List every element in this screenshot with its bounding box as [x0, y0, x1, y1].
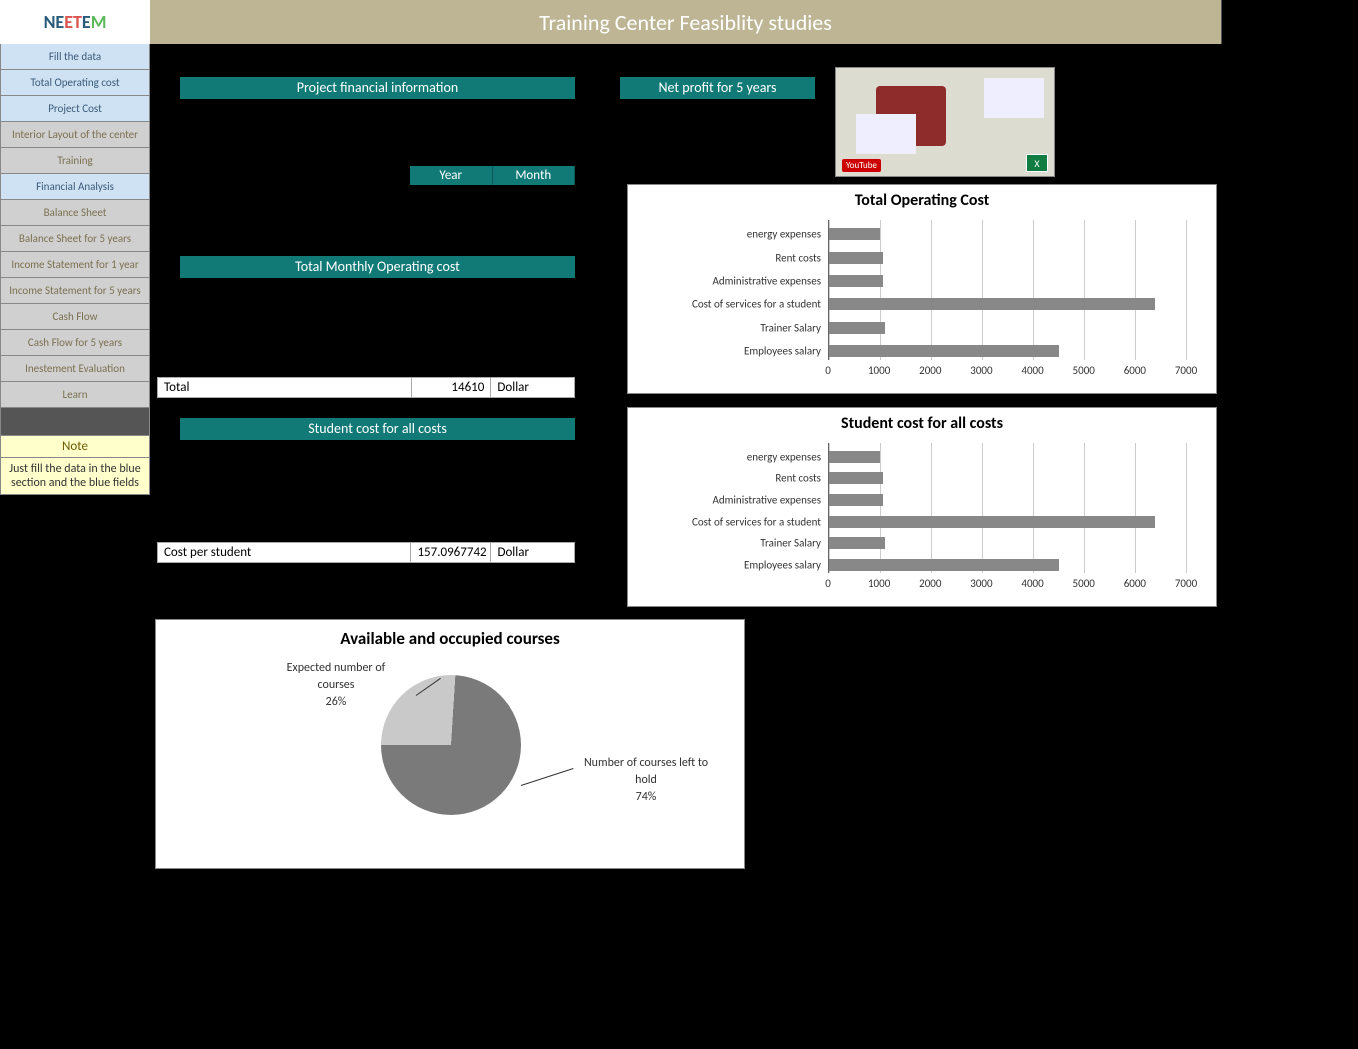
bar-label: Administrative expenses — [639, 274, 829, 287]
total-label: Total — [158, 378, 411, 397]
x-tick: 4000 — [1021, 577, 1043, 590]
sidebar-item-5[interactable]: Financial Analysis — [0, 174, 150, 200]
sidebar-item-11[interactable]: Cash Flow for 5 years — [0, 330, 150, 356]
x-tick: 1000 — [868, 364, 890, 377]
x-tick: 4000 — [1021, 364, 1043, 377]
bar — [829, 275, 883, 287]
x-tick: 7000 — [1175, 364, 1197, 377]
cost-per-student-row: Cost per student 157.0967742 Dollar — [157, 542, 575, 563]
bar — [829, 451, 880, 463]
bar-label: Employees salary — [639, 558, 829, 571]
bar — [829, 494, 883, 506]
bar — [829, 559, 1059, 571]
x-tick: 6000 — [1124, 577, 1146, 590]
bar — [829, 322, 885, 334]
bar — [829, 228, 880, 240]
bar-label: Rent costs — [639, 251, 829, 264]
video-thumbnail[interactable]: YouTube X — [835, 67, 1055, 177]
youtube-icon: YouTube — [842, 159, 881, 172]
sidebar-spacer — [0, 408, 150, 436]
bar-label: Rent costs — [639, 472, 829, 485]
cps-unit: Dollar — [490, 543, 574, 562]
note-head: Note — [0, 436, 150, 458]
year-head: Year — [410, 166, 493, 185]
year-month-head: Year Month — [410, 166, 575, 185]
pie-label-1: Number of courses left to hold74% — [576, 755, 716, 805]
pie-title: Available and occupied courses — [156, 620, 744, 657]
bar-label: energy expenses — [639, 228, 829, 241]
chart-pie: Available and occupied courses Expected … — [155, 619, 745, 869]
bar-label: Cost of services for a student — [639, 515, 829, 528]
excel-icon: X — [1026, 154, 1048, 172]
month-head: Month — [493, 166, 576, 185]
x-tick: 0 — [825, 364, 831, 377]
x-tick: 7000 — [1175, 577, 1197, 590]
x-tick: 3000 — [970, 577, 992, 590]
x-tick: 1000 — [868, 577, 890, 590]
sidebar-item-2[interactable]: Project Cost — [0, 96, 150, 122]
main-area: Project financial information Net profit… — [150, 44, 1222, 1049]
bar — [829, 345, 1059, 357]
sidebar-item-9[interactable]: Income Statement for 5 years — [0, 278, 150, 304]
bar — [829, 472, 883, 484]
x-tick: 3000 — [970, 364, 992, 377]
bar-label: Cost of services for a student — [639, 298, 829, 311]
chart-total-operating-cost: Total Operating Cost energy expenses Rent… — [627, 184, 1217, 394]
total-value: 14610 — [411, 378, 491, 397]
section-student-cost: Student cost for all costs — [180, 418, 575, 440]
total-row: Total 14610 Dollar — [157, 377, 575, 398]
total-unit: Dollar — [490, 378, 574, 397]
sidebar-item-3[interactable]: Interior Layout of the center — [0, 122, 150, 148]
note-body: Just fill the data in the blue section a… — [0, 458, 150, 495]
bar — [829, 516, 1155, 528]
sidebar: Fill the dataTotal Operating costProject… — [0, 44, 150, 495]
logo: NEETEM — [0, 0, 150, 44]
chart-toc-title: Total Operating Cost — [628, 185, 1216, 214]
chart-scac-title: Student cost for all costs — [628, 408, 1216, 437]
x-tick: 0 — [825, 577, 831, 590]
sidebar-item-4[interactable]: Training — [0, 148, 150, 174]
cps-value: 157.0967742 — [410, 543, 490, 562]
page-title: Training Center Feasiblity studies — [150, 9, 1221, 36]
bar — [829, 537, 885, 549]
cps-label: Cost per student — [158, 543, 410, 562]
sidebar-item-10[interactable]: Cash Flow — [0, 304, 150, 330]
bar-label: Trainer Salary — [639, 321, 829, 334]
pie-graphic — [381, 675, 521, 815]
x-tick: 6000 — [1124, 364, 1146, 377]
bar-label: Trainer Salary — [639, 537, 829, 550]
section-project-financial: Project financial information — [180, 77, 575, 99]
x-tick: 5000 — [1073, 364, 1095, 377]
section-tmo: Total Monthly Operating cost — [180, 256, 575, 278]
chart-student-cost: Student cost for all costs energy expens… — [627, 407, 1217, 607]
section-net-profit: Net profit for 5 years — [620, 77, 815, 99]
sidebar-item-6[interactable]: Balance Sheet — [0, 200, 150, 226]
pie-leader-1 — [521, 768, 574, 786]
x-tick: 2000 — [919, 577, 941, 590]
x-tick: 5000 — [1073, 577, 1095, 590]
sidebar-item-0[interactable]: Fill the data — [0, 44, 150, 70]
bar-label: Employees salary — [639, 344, 829, 357]
sidebar-item-13[interactable]: Learn — [0, 382, 150, 408]
bar-label: Administrative expenses — [639, 493, 829, 506]
bar — [829, 252, 883, 264]
sidebar-item-7[interactable]: Balance Sheet for 5 years — [0, 226, 150, 252]
x-tick: 2000 — [919, 364, 941, 377]
sidebar-item-12[interactable]: Inestement Evaluation — [0, 356, 150, 382]
bar — [829, 298, 1155, 310]
pie-label-0: Expected number of courses26% — [271, 660, 401, 710]
sidebar-item-8[interactable]: Income Statement for 1 year — [0, 252, 150, 278]
sidebar-item-1[interactable]: Total Operating cost — [0, 70, 150, 96]
bar-label: energy expenses — [639, 450, 829, 463]
header-bar: NEETEM Training Center Feasiblity studie… — [0, 0, 1222, 44]
